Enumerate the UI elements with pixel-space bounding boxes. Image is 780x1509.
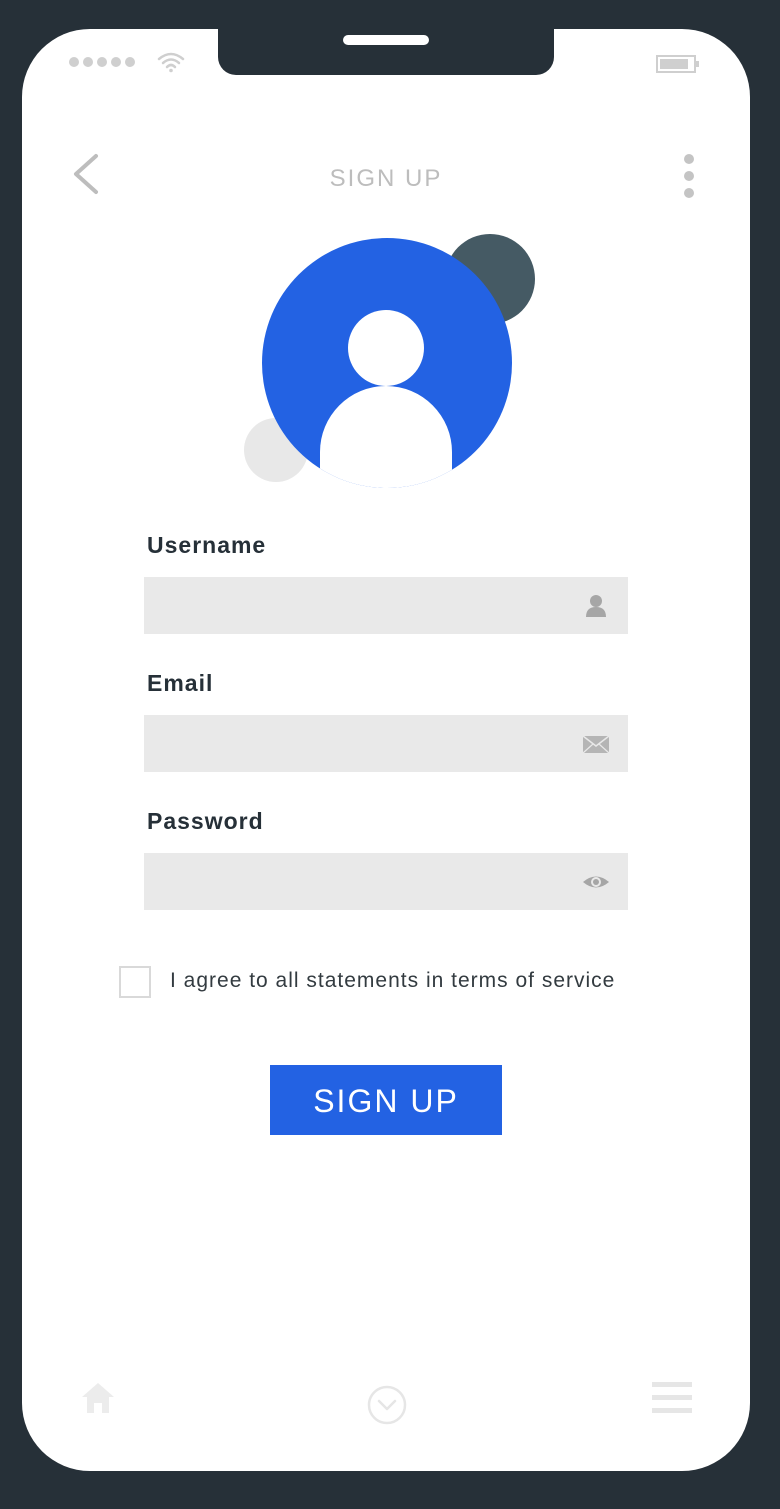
user-icon-head <box>348 310 424 386</box>
page-title: SIGN UP <box>329 165 443 192</box>
avatar[interactable] <box>262 238 512 488</box>
device-notch <box>218 29 554 75</box>
app-screen: SIGN UP Username Email Password I agree … <box>22 29 750 1471</box>
username-label: Username <box>147 532 267 558</box>
user-icon <box>586 595 606 617</box>
password-input[interactable] <box>144 853 596 910</box>
sign-up-button[interactable]: SIGN UP <box>270 1065 502 1135</box>
password-field[interactable] <box>144 853 628 910</box>
password-label: Password <box>147 808 264 834</box>
menu-icon[interactable] <box>652 1382 692 1418</box>
chevron-left-icon[interactable] <box>66 150 110 198</box>
username-field[interactable] <box>144 577 628 634</box>
device-frame: SIGN UP Username Email Password I agree … <box>0 0 780 1509</box>
more-vertical-icon[interactable] <box>678 154 700 200</box>
email-input[interactable] <box>144 715 596 772</box>
chevron-down-circle-icon[interactable] <box>366 1384 408 1426</box>
terms-checkbox[interactable] <box>119 966 151 998</box>
username-input[interactable] <box>144 577 596 634</box>
eye-icon[interactable] <box>582 869 610 895</box>
wifi-icon <box>157 52 185 73</box>
signal-strength-icon <box>69 57 135 67</box>
email-label: Email <box>147 670 214 696</box>
mail-icon <box>582 735 610 754</box>
user-icon-body <box>320 386 452 488</box>
speaker-grille <box>343 35 429 45</box>
email-field[interactable] <box>144 715 628 772</box>
terms-label: I agree to all statements in terms of se… <box>170 969 616 992</box>
battery-icon <box>656 55 699 73</box>
home-icon[interactable] <box>80 1380 116 1416</box>
